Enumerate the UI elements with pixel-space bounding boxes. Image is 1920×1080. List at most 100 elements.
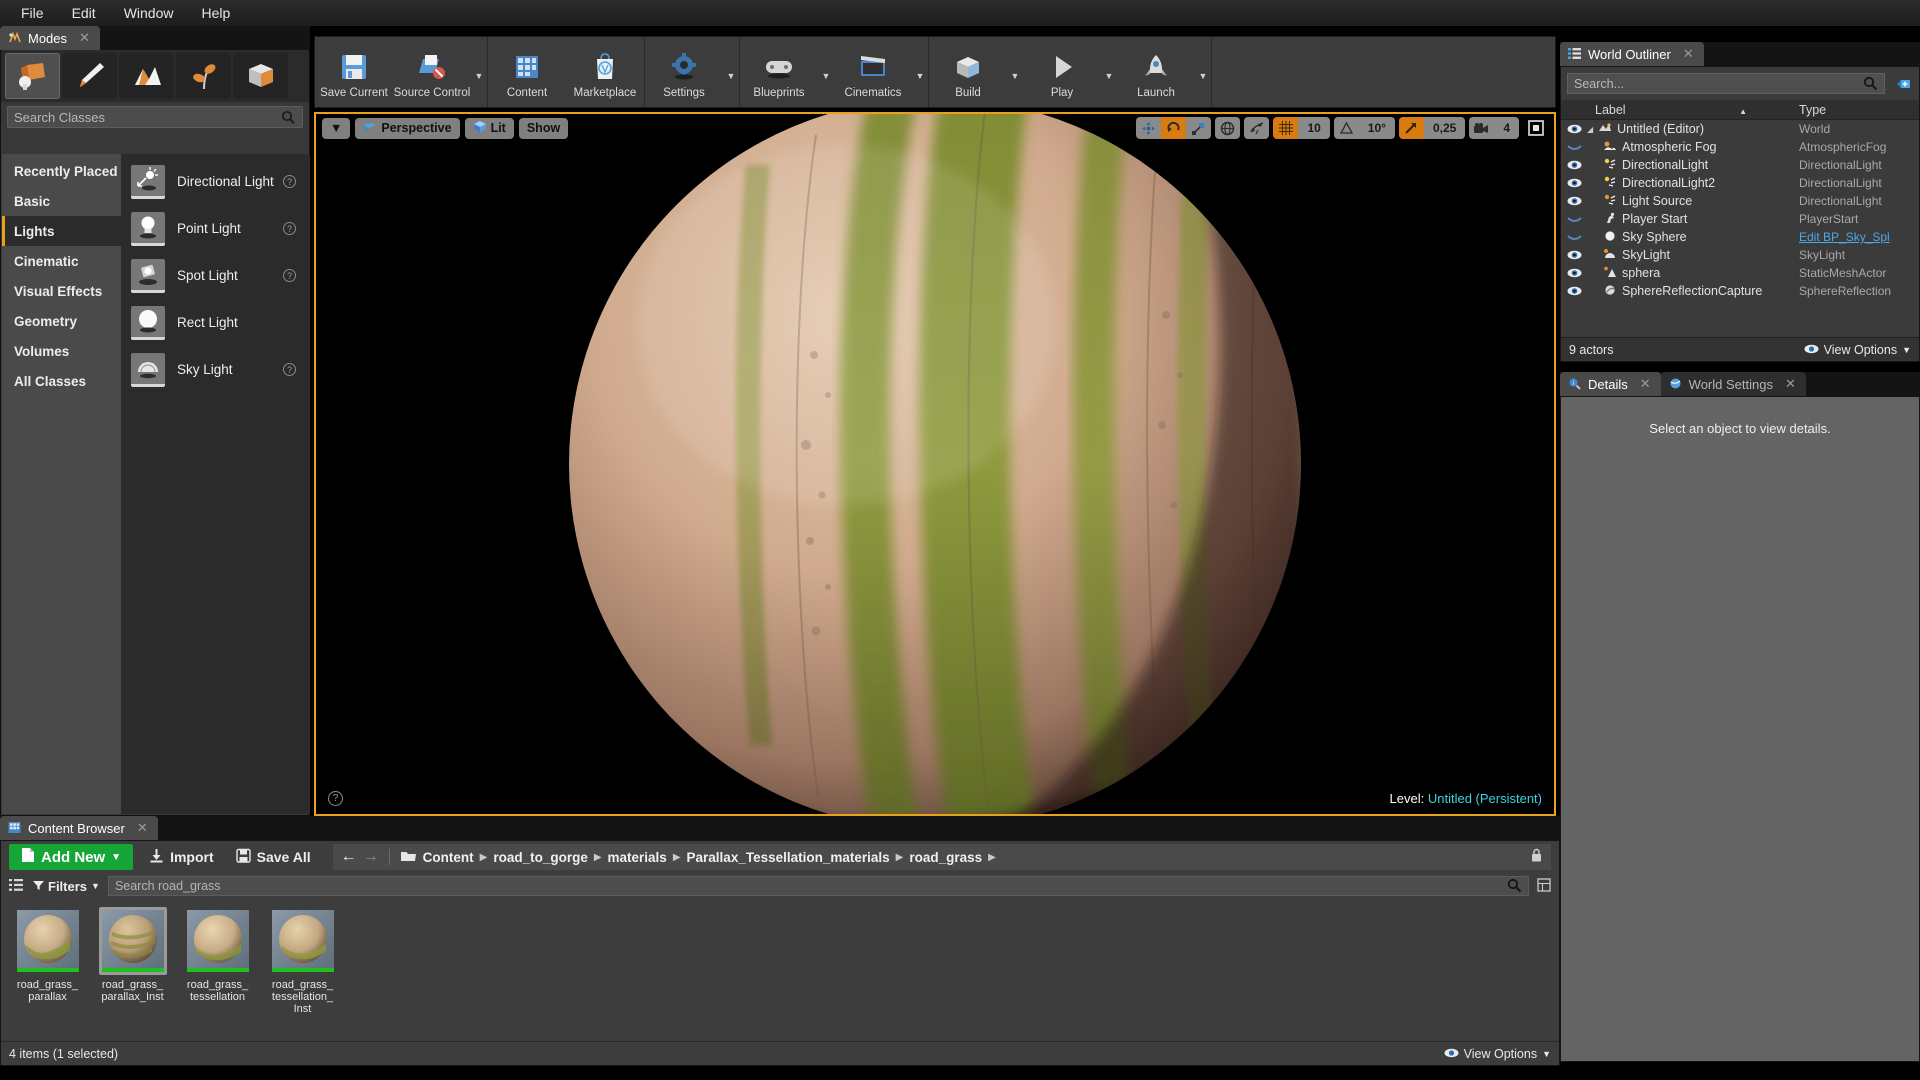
breadcrumb-item-materials[interactable]: materials (608, 850, 667, 865)
tab-world-settings[interactable]: World Settings ✕ (1660, 372, 1806, 396)
eye-icon[interactable] (1561, 124, 1587, 134)
rotate-mode-button[interactable] (1161, 117, 1187, 139)
level-viewport[interactable]: ▼ Perspective Lit Show 10 10° 0,25 4 ? L… (314, 112, 1556, 816)
chevron-down-icon[interactable]: ▼ (1101, 37, 1117, 107)
eye-icon[interactable] (1561, 178, 1587, 188)
outliner-row-sphera[interactable]: sphera StaticMeshActor (1561, 264, 1919, 282)
outliner-row-sky-sphere[interactable]: Sky Sphere Edit BP_Sky_Spl (1561, 228, 1919, 246)
content-button[interactable]: Content (488, 37, 566, 107)
cinematics-button[interactable]: Cinematics (834, 37, 912, 107)
paint-mode-button[interactable] (62, 53, 117, 99)
eye-icon[interactable] (1561, 250, 1587, 260)
settings-button[interactable]: Settings (645, 37, 723, 107)
help-question-icon[interactable]: ? (283, 222, 296, 235)
asset-item[interactable]: road_grass_ parallax (11, 907, 84, 1015)
class-row-rect-light[interactable]: Rect Light (121, 299, 310, 346)
outliner-row-directionallight2[interactable]: DirectionalLight2 DirectionalLight (1561, 174, 1919, 192)
arrow-forward-icon[interactable]: → (363, 848, 379, 866)
class-row-directional-light[interactable]: Directional Light ? (121, 158, 310, 205)
cb-settings-icon[interactable] (1537, 877, 1551, 895)
scale-snap-toggle[interactable] (1398, 117, 1424, 139)
chevron-down-icon[interactable]: ▼ (912, 37, 928, 107)
add-new-button[interactable]: Add New ▼ (9, 844, 134, 870)
chevron-right-icon[interactable]: ▶ (896, 852, 904, 863)
chevron-down-icon[interactable]: ▼ (1007, 37, 1023, 107)
camera-perspective-button[interactable]: Perspective (355, 117, 460, 139)
chevron-down-icon[interactable]: ▼ (723, 37, 739, 107)
category-geometry[interactable]: Geometry (2, 306, 121, 336)
outliner-row-untitled-editor[interactable]: ◢ Untitled (Editor) World (1561, 120, 1919, 138)
scale-mode-button[interactable] (1186, 117, 1212, 139)
outliner-row-player-start[interactable]: Player Start PlayerStart (1561, 210, 1919, 228)
marketplace-button[interactable]: Marketplace (566, 37, 644, 107)
camera-speed-value[interactable]: 4 (1494, 117, 1519, 139)
outliner-row-skylight[interactable]: SkyLight SkyLight (1561, 246, 1919, 264)
filters-button[interactable]: Filters ▼ (33, 879, 100, 894)
world-coordinate-button[interactable] (1215, 117, 1241, 139)
view-mode-lit-button[interactable]: Lit (464, 117, 514, 139)
chevron-down-icon[interactable]: ▼ (1195, 37, 1211, 107)
search-icon[interactable] (281, 110, 296, 128)
breadcrumb-item-parallax-tessellation-materials[interactable]: Parallax_Tessellation_materials (687, 850, 890, 865)
eye-icon[interactable] (1561, 286, 1587, 296)
launch-button[interactable]: Launch (1117, 37, 1195, 107)
sources-toggle-icon[interactable] (9, 878, 25, 895)
eye-closed-icon[interactable] (1561, 142, 1587, 152)
outliner-row-light-source[interactable]: Light Source DirectionalLight (1561, 192, 1919, 210)
scale-size-value[interactable]: 0,25 (1423, 117, 1466, 139)
breadcrumb-item-road-to-gorge[interactable]: road_to_gorge (493, 850, 588, 865)
viewport-help-icon[interactable]: ? (328, 791, 343, 806)
close-icon[interactable]: ✕ (137, 820, 148, 836)
chevron-right-icon[interactable]: ▶ (673, 852, 681, 863)
blueprints-button[interactable]: Blueprints (740, 37, 818, 107)
build-button[interactable]: Build (929, 37, 1007, 107)
landscape-mode-button[interactable] (119, 53, 174, 99)
outliner-view-options-button[interactable]: View Options ▼ (1804, 343, 1911, 357)
category-basic[interactable]: Basic (2, 186, 121, 216)
chevron-right-icon[interactable]: ▶ (594, 852, 602, 863)
expander-icon[interactable]: ◢ (1587, 125, 1593, 134)
category-cinematic[interactable]: Cinematic (2, 246, 121, 276)
angle-snap-toggle[interactable] (1333, 117, 1359, 139)
menu-window[interactable]: Window (111, 2, 187, 24)
arrow-back-icon[interactable]: ← (341, 848, 357, 866)
asset-item[interactable]: road_grass_ tessellation_ Inst (266, 907, 339, 1015)
search-icon[interactable] (1507, 878, 1522, 896)
close-icon[interactable]: ✕ (79, 30, 90, 46)
content-search-input[interactable]: Search road_grass (107, 876, 1529, 896)
menu-edit[interactable]: Edit (59, 2, 109, 24)
eye-icon[interactable] (1561, 196, 1587, 206)
translate-mode-button[interactable] (1136, 117, 1162, 139)
content-view-options-button[interactable]: View Options ▼ (1444, 1047, 1551, 1061)
search-classes-input[interactable]: Search Classes (7, 106, 303, 128)
outliner-row-edit-link[interactable]: Edit BP_Sky_Spl (1799, 230, 1919, 244)
surface-snap-button[interactable] (1244, 117, 1270, 139)
import-button[interactable]: Import (143, 848, 220, 866)
tab-details[interactable]: i Details ✕ (1560, 372, 1661, 396)
foliage-mode-button[interactable] (176, 53, 231, 99)
outliner-search-input[interactable]: Search... (1567, 73, 1885, 94)
tab-modes[interactable]: Modes ✕ (0, 26, 100, 50)
level-name[interactable]: Untitled (Persistent) (1428, 791, 1542, 806)
geometry-editing-mode-button[interactable] (233, 53, 288, 99)
tab-content-browser[interactable]: Content Browser ✕ (0, 816, 158, 840)
category-visual-effects[interactable]: Visual Effects (2, 276, 121, 306)
chevron-right-icon[interactable]: ▶ (988, 852, 996, 863)
grid-size-value[interactable]: 10 (1298, 117, 1330, 139)
help-question-icon[interactable]: ? (283, 175, 296, 188)
chevron-right-icon[interactable]: ▶ (480, 852, 488, 863)
menu-help[interactable]: Help (188, 2, 243, 24)
chevron-down-icon[interactable]: ▼ (818, 37, 834, 107)
outliner-label-column[interactable]: Label ▲ (1591, 103, 1799, 117)
help-question-icon[interactable]: ? (283, 363, 296, 376)
grid-snap-toggle[interactable] (1273, 117, 1299, 139)
eye-closed-icon[interactable] (1561, 214, 1587, 224)
close-icon[interactable]: ✕ (1683, 46, 1694, 62)
search-icon[interactable] (1863, 76, 1878, 94)
eye-icon[interactable] (1561, 160, 1587, 170)
source-control-button[interactable]: Source Control (393, 37, 471, 107)
viewport-options-menu[interactable]: ▼ (322, 117, 351, 139)
asset-item[interactable]: road_grass_ tessellation (181, 907, 254, 1015)
breadcrumb-item-road-grass[interactable]: road_grass (909, 850, 982, 865)
chevron-down-icon[interactable]: ▼ (471, 37, 487, 107)
